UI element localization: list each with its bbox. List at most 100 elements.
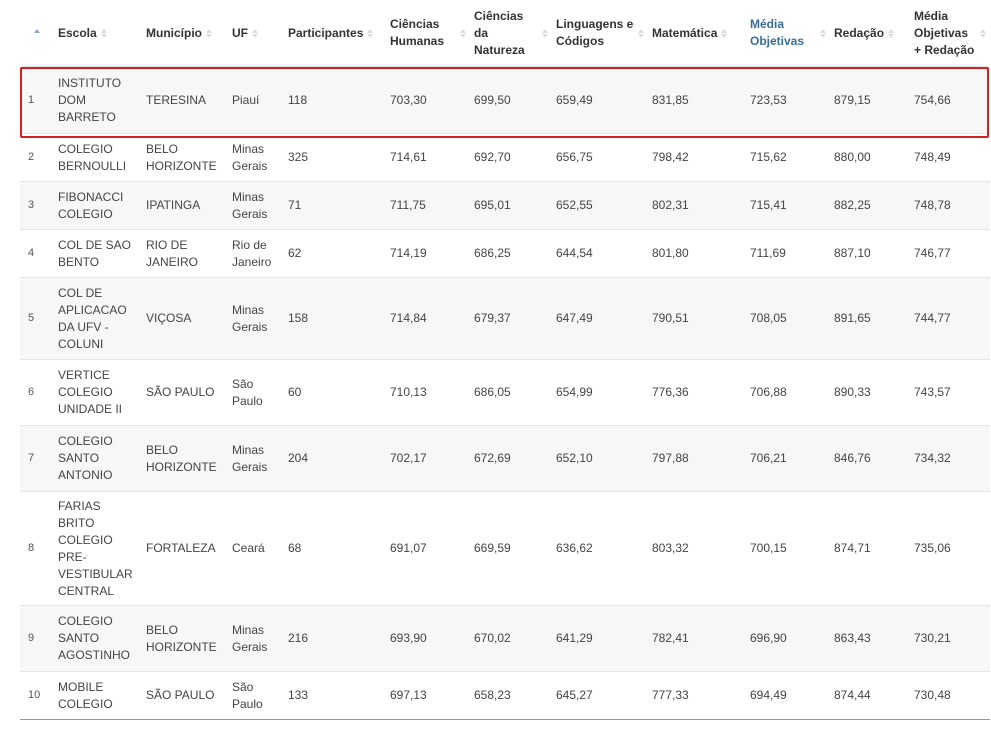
cell-cn: 686,05 xyxy=(470,359,552,426)
column-header-uf[interactable]: UF xyxy=(228,0,284,67)
table-row[interactable]: 2 COLEGIO BERNOULLI BELO HORIZONTE Minas Ge… xyxy=(20,133,990,182)
cell-participantes: 133 xyxy=(284,671,386,720)
cell-cn: 686,25 xyxy=(470,229,552,278)
cell-municipio: SÃO PAULO xyxy=(142,671,228,720)
cell-mat: 801,80 xyxy=(648,229,746,278)
cell-red: 874,44 xyxy=(830,671,910,720)
table-row[interactable]: 4 COL DE SAO BENTO RIO DE JANEIRO Rio de Ja… xyxy=(20,229,990,278)
sort-arrows-icon[interactable] xyxy=(100,28,107,39)
sort-arrows-icon[interactable] xyxy=(980,28,986,39)
cell-mo: 723,53 xyxy=(746,66,830,134)
cell-participantes: 325 xyxy=(284,133,386,182)
sort-arrows-icon[interactable] xyxy=(367,28,374,39)
cell-idx: 5 xyxy=(20,277,54,360)
cell-participantes: 118 xyxy=(284,66,386,134)
sort-arrows-icon[interactable] xyxy=(542,28,548,39)
column-header-cn[interactable]: Ciências da Natureza xyxy=(470,0,552,67)
sort-arrows-icon[interactable] xyxy=(252,28,258,39)
table-row[interactable]: 10 MOBILE COLEGIO SÃO PAULO São Paulo 133 697… xyxy=(20,671,990,720)
header-row: Escola Município UF Participantes Ciências H… xyxy=(20,0,990,67)
column-header-ch[interactable]: Ciências Humanas xyxy=(386,0,470,67)
cell-lc: 647,49 xyxy=(552,277,648,360)
cell-uf: Minas Gerais xyxy=(228,425,284,492)
cell-escola: COLEGIO BERNOULLI xyxy=(54,133,142,182)
table-row[interactable]: 8 FARIAS BRITO COLEGIO PRE-VESTIBULAR CEN… xyxy=(20,491,990,606)
sort-arrows-icon[interactable] xyxy=(721,28,728,39)
cell-ch: 714,61 xyxy=(386,133,470,182)
cell-escola: COLEGIO SANTO AGOSTINHO xyxy=(54,605,142,672)
column-header-escola[interactable]: Escola xyxy=(54,0,142,67)
sort-arrows-icon[interactable] xyxy=(206,28,212,39)
table-row[interactable]: 9 COLEGIO SANTO AGOSTINHO BELO HORIZONTE Mi… xyxy=(20,605,990,672)
cell-cn: 672,69 xyxy=(470,425,552,492)
cell-mor: 730,21 xyxy=(910,605,990,672)
table-row[interactable]: 1 INSTITUTO DOM BARRETO TERESINA Piauí 118 70… xyxy=(20,66,990,134)
cell-mat: 797,88 xyxy=(648,425,746,492)
cell-red: 863,43 xyxy=(830,605,910,672)
column-header-participantes[interactable]: Participantes xyxy=(284,0,386,67)
cell-cn: 669,59 xyxy=(470,491,552,606)
cell-participantes: 71 xyxy=(284,181,386,230)
column-header-red[interactable]: Redação xyxy=(830,0,910,67)
cell-participantes: 158 xyxy=(284,277,386,360)
sort-arrows-icon[interactable] xyxy=(820,28,826,39)
cell-escola: COL DE SAO BENTO xyxy=(54,229,142,278)
cell-uf: Minas Gerais xyxy=(228,277,284,360)
cell-red: 846,76 xyxy=(830,425,910,492)
cell-red: 887,10 xyxy=(830,229,910,278)
table-row[interactable]: 7 COLEGIO SANTO ANTONIO BELO HORIZONTE Mina… xyxy=(20,425,990,492)
cell-mor: 734,32 xyxy=(910,425,990,492)
cell-uf: Minas Gerais xyxy=(228,605,284,672)
cell-lc: 636,62 xyxy=(552,491,648,606)
cell-cn: 692,70 xyxy=(470,133,552,182)
cell-mo: 706,21 xyxy=(746,425,830,492)
sort-arrows-icon[interactable] xyxy=(34,28,40,39)
cell-red: 890,33 xyxy=(830,359,910,426)
cell-lc: 652,55 xyxy=(552,181,648,230)
cell-ch: 703,30 xyxy=(386,66,470,134)
cell-cn: 695,01 xyxy=(470,181,552,230)
cell-lc: 656,75 xyxy=(552,133,648,182)
cell-cn: 658,23 xyxy=(470,671,552,720)
cell-idx: 6 xyxy=(20,359,54,426)
table-row[interactable]: 3 FIBONACCI COLEGIO IPATINGA Minas Gerais 71… xyxy=(20,181,990,230)
cell-municipio: TERESINA xyxy=(142,66,228,134)
table-row[interactable]: 5 COL DE APLICACAO DA UFV - COLUNI VIÇOSA M… xyxy=(20,277,990,360)
cell-red: 882,25 xyxy=(830,181,910,230)
ranking-table-container: Escola Município UF Participantes Ciências H… xyxy=(20,0,990,720)
column-header-idx[interactable] xyxy=(20,0,54,67)
cell-mo: 715,41 xyxy=(746,181,830,230)
cell-idx: 1 xyxy=(20,66,54,134)
cell-cn: 670,02 xyxy=(470,605,552,672)
cell-participantes: 68 xyxy=(284,491,386,606)
cell-idx: 7 xyxy=(20,425,54,492)
cell-escola: MOBILE COLEGIO xyxy=(54,671,142,720)
column-header-label: Matemática xyxy=(652,25,718,40)
sort-arrows-icon[interactable] xyxy=(888,28,895,39)
cell-uf: Piauí xyxy=(228,66,284,134)
table-row[interactable]: 6 VERTICE COLEGIO UNIDADE II SÃO PAULO São … xyxy=(20,359,990,426)
column-header-label: Redação xyxy=(834,25,885,40)
sort-arrows-icon[interactable] xyxy=(638,28,644,39)
cell-ch: 711,75 xyxy=(386,181,470,230)
column-header-mo[interactable]: Média Objetivas xyxy=(746,0,830,67)
cell-lc: 652,10 xyxy=(552,425,648,492)
cell-mor: 743,57 xyxy=(910,359,990,426)
cell-idx: 3 xyxy=(20,181,54,230)
cell-mat: 798,42 xyxy=(648,133,746,182)
column-header-label: Participantes xyxy=(288,25,364,40)
cell-municipio: BELO HORIZONTE xyxy=(142,605,228,672)
cell-mo: 696,90 xyxy=(746,605,830,672)
column-header-label: Escola xyxy=(58,25,97,40)
cell-idx: 4 xyxy=(20,229,54,278)
column-header-municipio[interactable]: Município xyxy=(142,0,228,67)
column-header-mor[interactable]: Média Objetivas + Redação xyxy=(910,0,990,67)
cell-municipio: IPATINGA xyxy=(142,181,228,230)
cell-red: 874,71 xyxy=(830,491,910,606)
cell-escola: COLEGIO SANTO ANTONIO xyxy=(54,425,142,492)
cell-municipio: SÃO PAULO xyxy=(142,359,228,426)
sort-arrows-icon[interactable] xyxy=(460,28,466,39)
cell-idx: 8 xyxy=(20,491,54,606)
column-header-mat[interactable]: Matemática xyxy=(648,0,746,67)
column-header-lc[interactable]: Linguagens e Códigos xyxy=(552,0,648,67)
